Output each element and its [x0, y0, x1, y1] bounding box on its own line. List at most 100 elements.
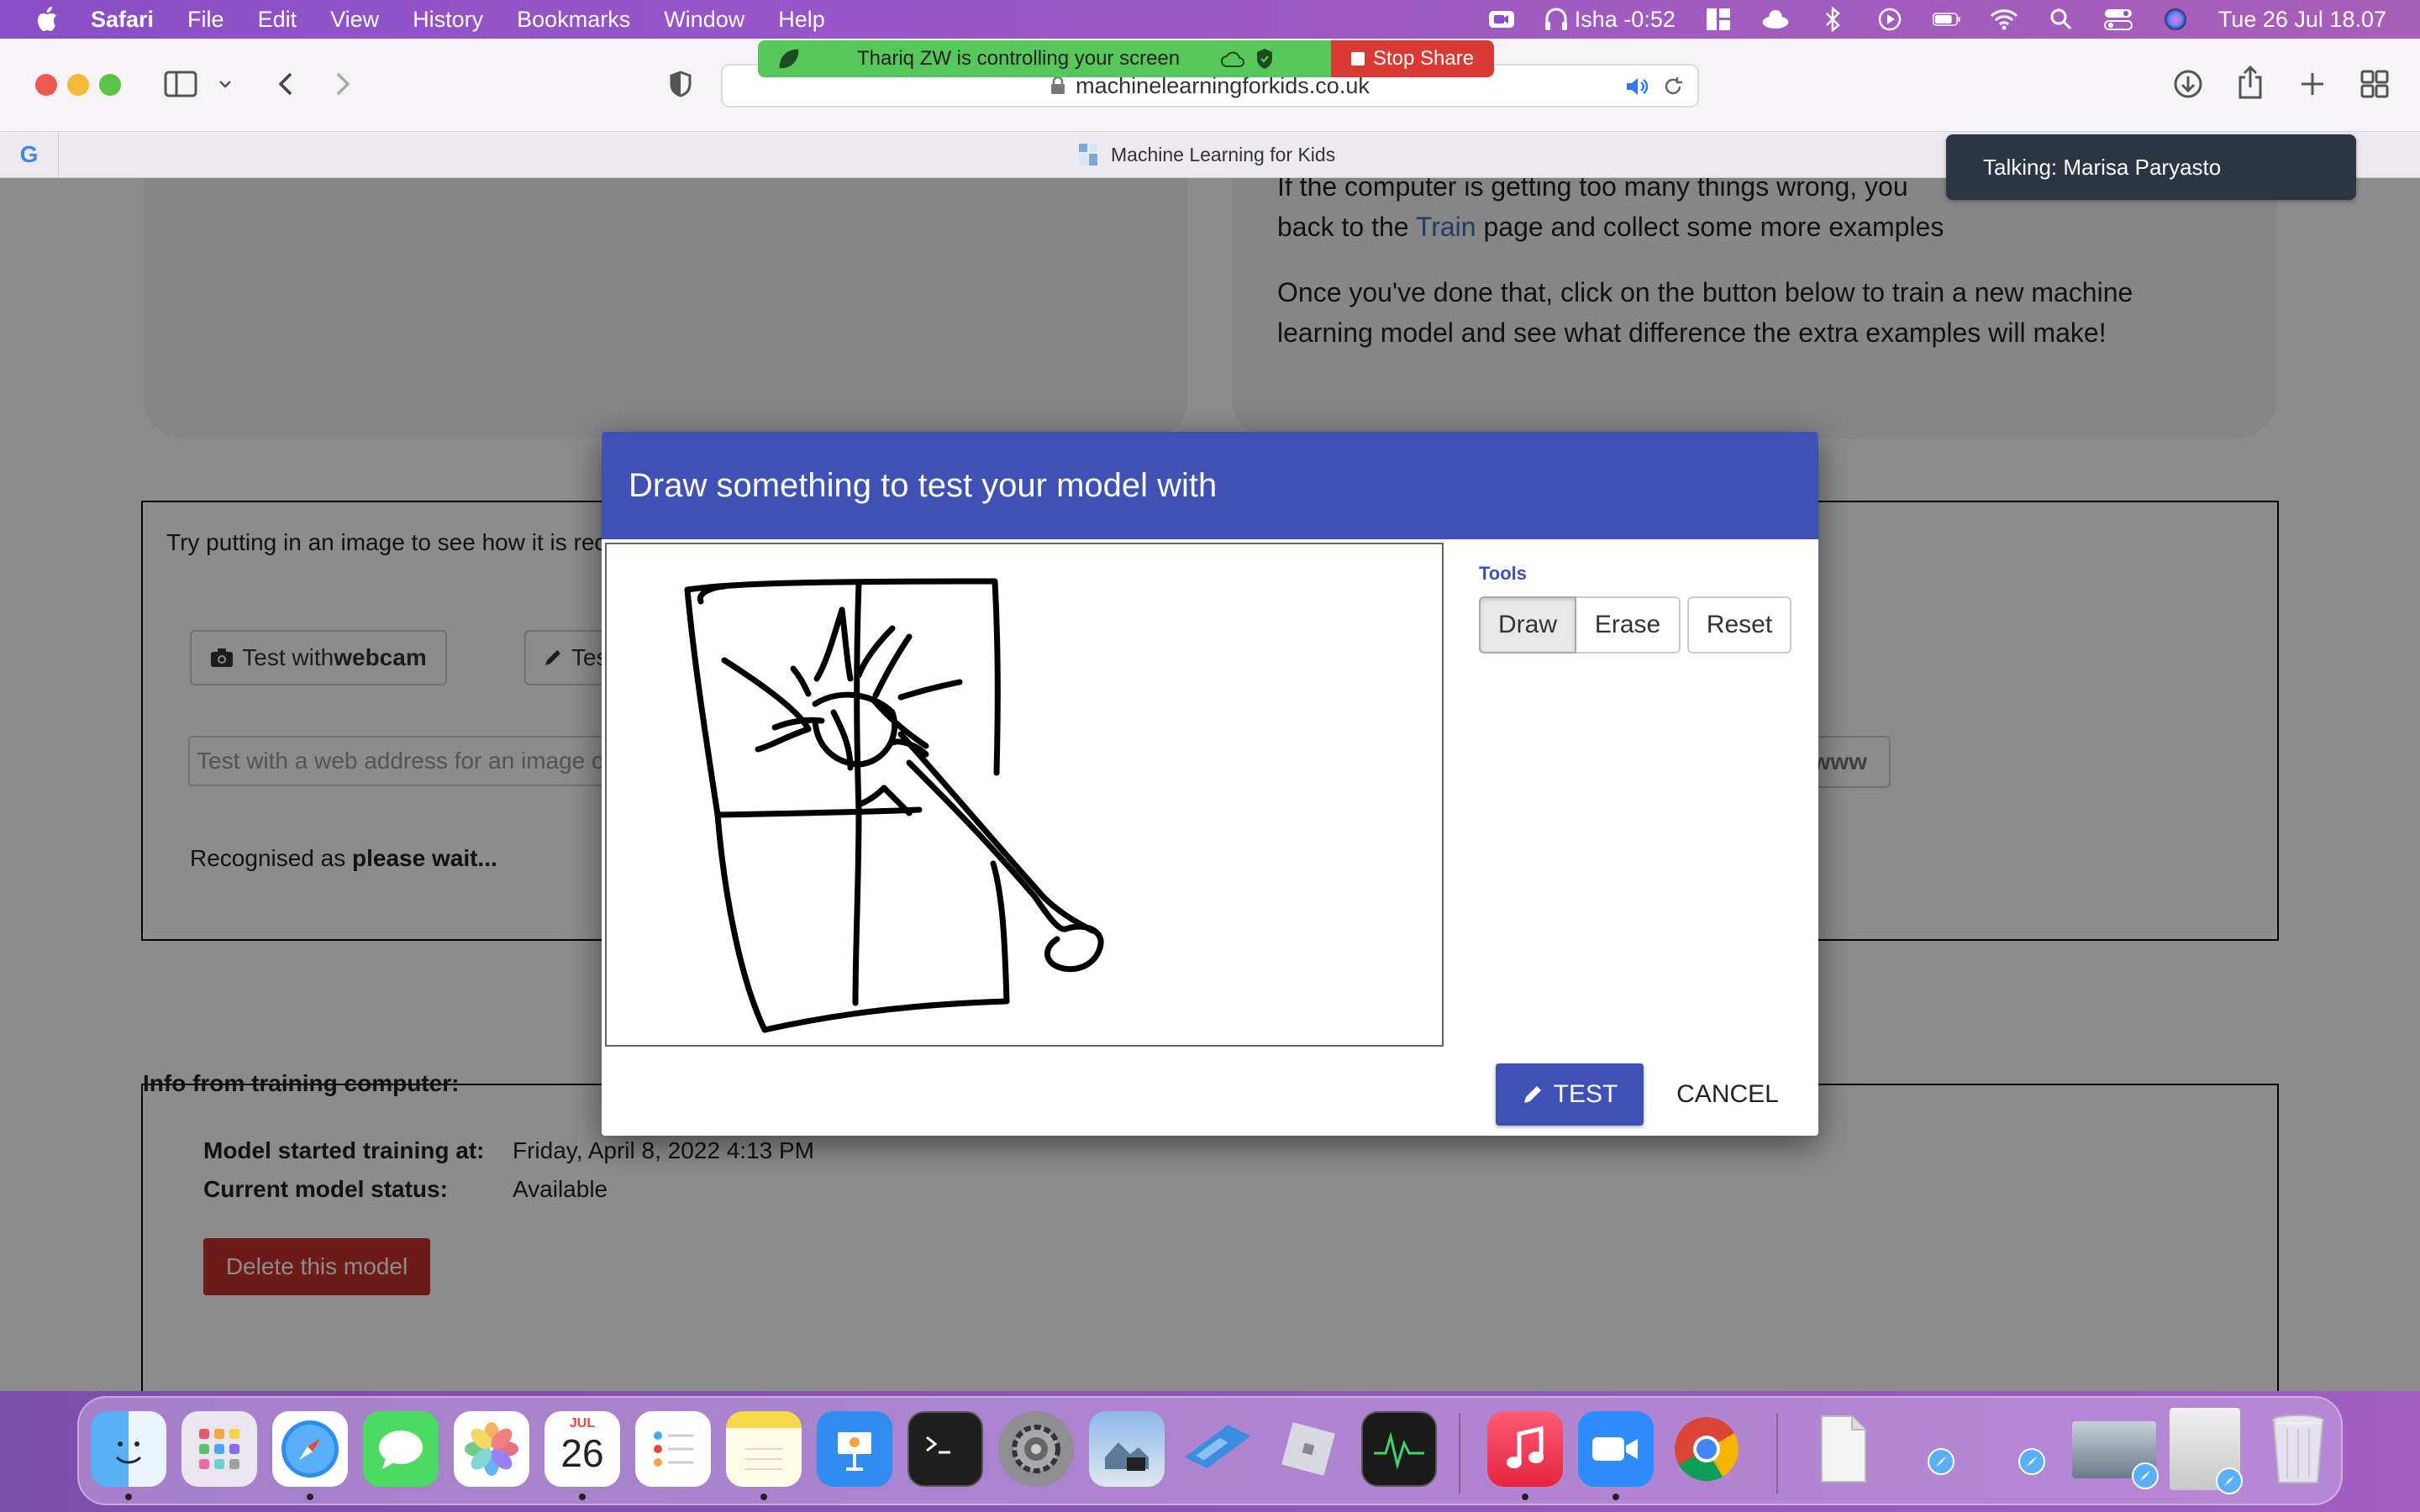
tools-label: Tools — [1479, 563, 1528, 584]
dock-divider-2 — [1776, 1413, 1778, 1494]
share-message: Thariq ZW is controlling your screen — [857, 47, 1181, 70]
minimized-window-thumbnail-2[interactable] — [2170, 1408, 2243, 1494]
lock-icon — [1051, 76, 1065, 94]
safari-minimized-icon-2[interactable] — [2015, 1445, 2049, 1478]
talking-text: Talking: Marisa Paryasto — [1983, 154, 2222, 180]
sketch-drawing — [684, 578, 1104, 1033]
menu-window[interactable]: Window — [664, 7, 744, 33]
cloud-icon — [1221, 51, 1245, 67]
google-tab[interactable]: G — [0, 132, 59, 177]
calendar-running-dot — [579, 1494, 586, 1500]
keynote-icon[interactable] — [817, 1411, 892, 1487]
activity-monitor-icon[interactable] — [1361, 1411, 1437, 1487]
roblox-icon[interactable] — [1270, 1411, 1346, 1487]
zoom-icon[interactable] — [1578, 1411, 1654, 1487]
headphones-status[interactable]: Isha -0:52 — [1544, 7, 1676, 33]
reminders-icon[interactable] — [635, 1411, 711, 1487]
safari-running-dot — [307, 1494, 313, 1500]
calendar-month: JUL — [569, 1416, 596, 1431]
menu-app-name[interactable]: Safari — [91, 7, 154, 33]
finder-running-dot — [125, 1494, 132, 1500]
stop-share-button[interactable]: Stop Share — [1331, 40, 1494, 77]
music-icon[interactable] — [1487, 1411, 1563, 1487]
finder-icon[interactable] — [91, 1411, 166, 1487]
tab-active[interactable]: Machine Learning for Kids — [1077, 142, 1335, 167]
close-window-button[interactable] — [35, 74, 57, 96]
zoom-running-dot — [1612, 1494, 1619, 1500]
minimized-window-thumbnail-1[interactable] — [2072, 1421, 2159, 1489]
sidebar-toggle-icon[interactable] — [161, 67, 200, 101]
drawing-canvas[interactable] — [605, 543, 1444, 1047]
search-icon[interactable] — [2047, 7, 2075, 32]
calendar-icon[interactable]: JUL 26 — [544, 1411, 620, 1487]
cancel-button[interactable]: CANCEL — [1662, 1063, 1793, 1126]
video-camera-icon[interactable] — [1487, 7, 1516, 32]
document-icon[interactable] — [1805, 1411, 1881, 1487]
dialog-title: Draw something to test your model with — [629, 466, 1218, 504]
weather-icon[interactable] — [1761, 7, 1790, 32]
reset-tool-button[interactable]: Reset — [1687, 596, 1791, 654]
launchpad-icon[interactable] — [182, 1411, 257, 1487]
reload-icon[interactable] — [1662, 76, 1684, 103]
new-tab-icon[interactable] — [2294, 66, 2331, 102]
menu-bookmarks[interactable]: Bookmarks — [517, 7, 630, 33]
tool-button-group: Draw Erase Reset — [1479, 596, 1791, 654]
test-button-label: TEST — [1553, 1080, 1618, 1108]
control-center-icon[interactable] — [2103, 7, 2133, 32]
privacy-shield-icon[interactable] — [664, 67, 697, 101]
share-icon[interactable] — [2232, 64, 2269, 101]
dialog-header: Draw something to test your model with — [602, 432, 1818, 539]
stop-share-label: Stop Share — [1372, 47, 1475, 70]
back-icon[interactable] — [269, 67, 302, 101]
draw-tool-button[interactable]: Draw — [1479, 596, 1576, 654]
stacked-windows-icon[interactable] — [1180, 1411, 1255, 1487]
dock: JUL 26 — [77, 1396, 2343, 1505]
system-preferences-icon[interactable] — [998, 1411, 1074, 1487]
erase-tool-button[interactable]: Erase — [1576, 596, 1681, 654]
notes-icon[interactable] — [726, 1411, 802, 1487]
minimize-window-button[interactable] — [67, 74, 89, 96]
dock-divider — [1459, 1413, 1460, 1494]
preview-icon[interactable] — [1089, 1411, 1165, 1487]
draw-test-dialog: Draw something to test your model with T… — [602, 432, 1818, 1136]
tab-overview-icon[interactable] — [2356, 66, 2393, 102]
siri-icon[interactable] — [2161, 7, 2190, 32]
wifi-icon[interactable] — [1990, 7, 2018, 32]
audio-playing-icon[interactable] — [1625, 76, 1649, 103]
talking-indicator: Talking: Marisa Paryasto — [1946, 134, 2356, 200]
chevron-down-icon[interactable] — [215, 74, 235, 94]
calendar-day: 26 — [560, 1431, 604, 1475]
leaf-icon — [779, 49, 799, 69]
zoom-window-button[interactable] — [99, 74, 121, 96]
safari-icon[interactable] — [272, 1411, 348, 1487]
messages-icon[interactable] — [363, 1411, 439, 1487]
site-favicon-icon — [1079, 144, 1097, 165]
apple-menu-icon[interactable] — [29, 0, 66, 39]
menu-history[interactable]: History — [413, 7, 483, 33]
forward-icon[interactable] — [326, 67, 360, 101]
battery-icon[interactable] — [1932, 7, 1961, 32]
menu-edit[interactable]: Edit — [258, 7, 297, 33]
bluetooth-icon[interactable] — [1818, 7, 1847, 32]
test-button[interactable]: TEST — [1496, 1063, 1644, 1126]
safari-minimized-icon-1[interactable] — [1924, 1445, 1958, 1478]
web-page: If the computer is getting too many thin… — [0, 178, 2420, 1391]
notes-running-dot — [760, 1494, 767, 1500]
user-status-text: Isha -0:52 — [1574, 6, 1676, 32]
tab-title: Machine Learning for Kids — [1111, 143, 1336, 165]
pencil-icon — [1523, 1086, 1541, 1103]
menu-help[interactable]: Help — [778, 7, 825, 33]
google-icon: G — [19, 141, 39, 167]
window-layout-icon[interactable] — [1704, 7, 1733, 32]
menubar-clock[interactable]: Tue 26 Jul 18.07 — [2218, 7, 2386, 33]
play-icon[interactable] — [1876, 7, 1904, 32]
menu-bar: Safari File Edit View History Bookmarks … — [0, 0, 2420, 39]
chrome-icon[interactable] — [1669, 1411, 1744, 1487]
shield-check-icon — [1257, 49, 1273, 69]
trash-icon[interactable] — [2260, 1411, 2336, 1487]
downloads-icon[interactable] — [2170, 66, 2207, 102]
menu-file[interactable]: File — [187, 7, 224, 33]
menu-view[interactable]: View — [330, 7, 379, 33]
photos-icon[interactable] — [454, 1411, 529, 1487]
terminal-icon[interactable] — [908, 1411, 983, 1487]
